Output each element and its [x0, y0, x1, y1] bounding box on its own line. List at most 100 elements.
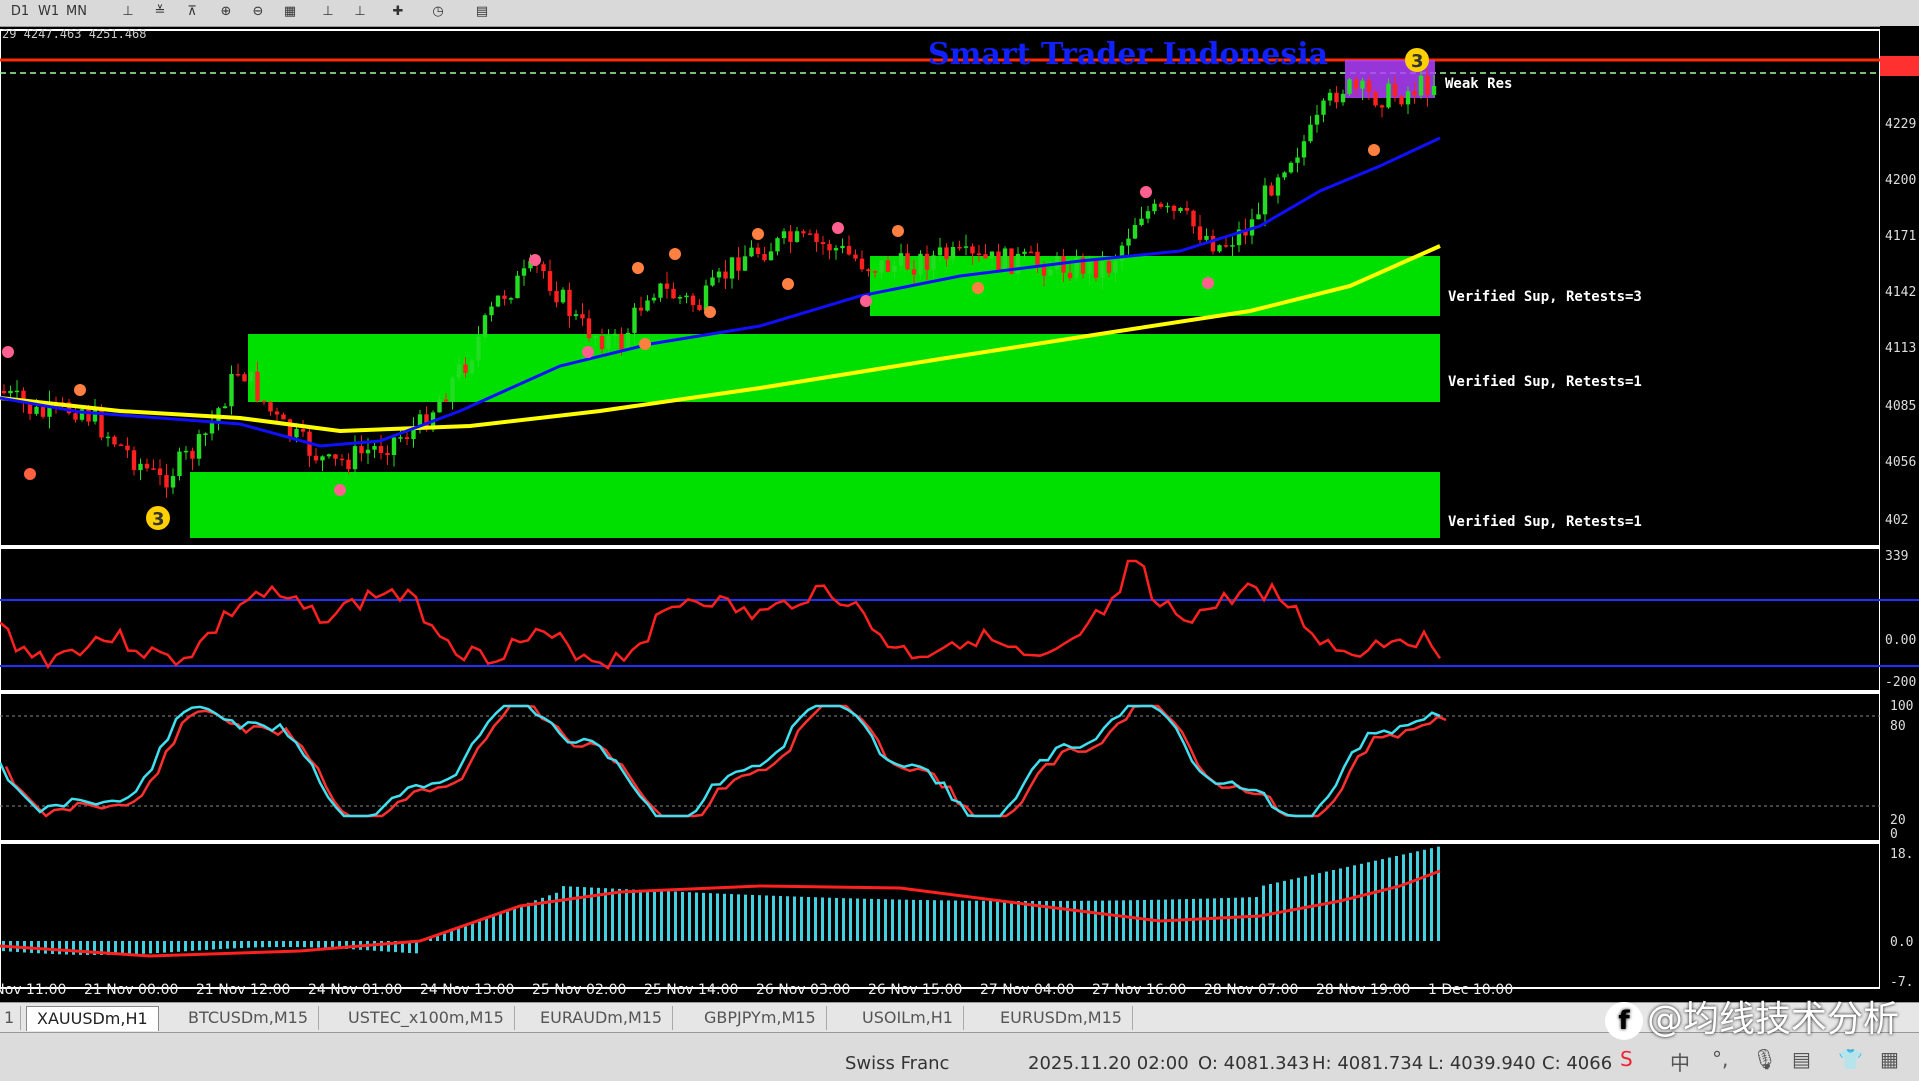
- stoch-signal-line: [4, 704, 1447, 818]
- candle-body: [1028, 251, 1034, 254]
- macd-bar: [1227, 897, 1230, 941]
- status-low: L: 4039.940: [1428, 1053, 1536, 1074]
- toolbar-button-1[interactable]: W1: [38, 3, 59, 21]
- candle-body: [547, 271, 553, 292]
- macd-bar: [1437, 846, 1440, 941]
- candle-body: [398, 437, 403, 439]
- candle-body: [73, 413, 78, 420]
- tab-euraudm-m15[interactable]: EURAUDm,M15: [530, 1006, 674, 1030]
- candle-body: [768, 251, 774, 261]
- sogou-icon[interactable]: S: [1620, 1047, 1633, 1071]
- macd-bar: [583, 887, 586, 941]
- watermark-text: @均线技术分析: [1646, 999, 1899, 1040]
- grid-icon[interactable]: ▦: [1880, 1047, 1899, 1071]
- macd-bar: [51, 941, 54, 955]
- ime-chinese-icon[interactable]: 中: [1670, 1047, 1690, 1076]
- toolbar: D1 W1 MN ⊥ ≚ ⊼ ⊕ ⊖ ▦ ⊥ ⊥ ✚ ◷ ▤: [0, 0, 1919, 27]
- toolbar-button-12[interactable]: ◷: [428, 3, 448, 21]
- candle-body: [664, 283, 670, 289]
- microphone-icon[interactable]: 🎙: [1752, 1047, 1777, 1071]
- candle-body: [736, 257, 741, 271]
- macd-bar: [702, 892, 705, 941]
- status-datetime: 2025.11.20 02:00: [1028, 1053, 1189, 1074]
- candle-body: [742, 256, 748, 271]
- skin-icon[interactable]: 👕: [1838, 1047, 1863, 1071]
- cci-tick: 339: [1885, 549, 1908, 564]
- candle-body: [892, 265, 897, 272]
- toolbar-button-9[interactable]: ⊥: [318, 3, 338, 21]
- fractal-dot: [2, 346, 14, 358]
- chart-info-text: 29 4247.463 4251.468: [2, 27, 147, 41]
- toolbar-button-0[interactable]: D1: [10, 3, 30, 21]
- candle-body: [996, 251, 1001, 271]
- candle-body: [476, 336, 481, 361]
- zone-label-2: Verified Sup, Retests=1: [1448, 374, 1642, 390]
- macd-bar: [254, 941, 257, 948]
- candle-body: [1210, 235, 1216, 252]
- candle-body: [1392, 83, 1398, 97]
- macd-bar: [513, 907, 516, 941]
- price-tick: 4142: [1885, 285, 1916, 300]
- tab-btcusdm-m15[interactable]: BTCUSDm,M15: [178, 1006, 320, 1030]
- toolbar-button-3[interactable]: ⊥: [118, 3, 138, 21]
- toolbar-button-4[interactable]: ≚: [150, 3, 170, 21]
- tab-prefix: 1: [0, 1006, 21, 1030]
- tab-ustec-x100m-m15[interactable]: USTEC_x100m,M15: [338, 1006, 515, 1030]
- candle-body: [372, 446, 377, 450]
- toolbar-button-6[interactable]: ⊕: [216, 3, 236, 21]
- fractal-dot: [860, 295, 872, 307]
- tab-eurusdm-m15[interactable]: EURUSDm,M15: [990, 1006, 1133, 1030]
- toolbar-button-10[interactable]: ⊥: [350, 3, 370, 21]
- toolbar-button-11[interactable]: ✚: [388, 3, 408, 21]
- candle-body: [1334, 92, 1339, 103]
- punctuation-icon[interactable]: °,: [1712, 1047, 1728, 1071]
- tab-usoilm-h1[interactable]: USOILm,H1: [852, 1006, 964, 1030]
- macd-bar: [842, 898, 845, 941]
- macd-bar: [744, 894, 747, 941]
- macd-bar: [303, 941, 306, 948]
- candle-body: [1230, 245, 1235, 247]
- macd-bar: [247, 941, 250, 948]
- fractal-dot: [639, 338, 651, 350]
- time-tick: 26 Nov 03:00: [756, 982, 850, 998]
- candle-body: [625, 332, 631, 350]
- tab-xauusdm-h1[interactable]: XAUUSDm,H1: [26, 1006, 159, 1031]
- macd-bar: [1108, 900, 1111, 941]
- fractal-dot: [972, 282, 984, 294]
- candle-body: [177, 451, 182, 477]
- candle-body: [469, 360, 475, 373]
- chart-area[interactable]: Weak Res Verified Sup, Retests=3 Verified …: [0, 26, 1919, 1022]
- macd-bar: [149, 941, 152, 954]
- toolbar-button-7[interactable]: ⊖: [248, 3, 268, 21]
- candle-body: [1314, 114, 1320, 125]
- toolbar-button-2[interactable]: MN: [66, 3, 87, 21]
- candle-body: [898, 253, 904, 266]
- toolbar-button-5[interactable]: ⊼: [182, 3, 202, 21]
- toolbar-button-8[interactable]: ▦: [280, 3, 300, 21]
- macd-bar: [737, 894, 740, 941]
- macd-bar: [933, 900, 936, 941]
- candle-body: [1308, 124, 1313, 142]
- candle-body: [586, 318, 592, 339]
- macd-bar: [1255, 897, 1258, 941]
- candle-body: [40, 406, 46, 417]
- macd-bar: [730, 894, 733, 941]
- candle-body: [827, 244, 832, 251]
- candle-body: [937, 247, 943, 256]
- candle-body: [508, 298, 514, 300]
- cci-tick: -200: [1885, 675, 1916, 690]
- toolbar-button-13[interactable]: ▤: [472, 3, 492, 21]
- macd-bar: [681, 891, 684, 941]
- macd-bar: [233, 941, 236, 949]
- macd-bar: [268, 941, 271, 948]
- candle-body: [1360, 80, 1365, 89]
- candle-body: [612, 333, 618, 336]
- macd-bar: [198, 941, 201, 951]
- keyboard-icon[interactable]: ▤: [1792, 1047, 1811, 1071]
- price-chart[interactable]: Weak Res Verified Sup, Retests=3 Verified …: [0, 26, 1919, 1022]
- candle-body: [1022, 251, 1027, 254]
- candle-body: [989, 251, 995, 259]
- fractal-dot: [752, 228, 764, 240]
- candle-body: [300, 429, 306, 432]
- tab-gbpjpym-m15[interactable]: GBPJPYm,M15: [694, 1006, 827, 1030]
